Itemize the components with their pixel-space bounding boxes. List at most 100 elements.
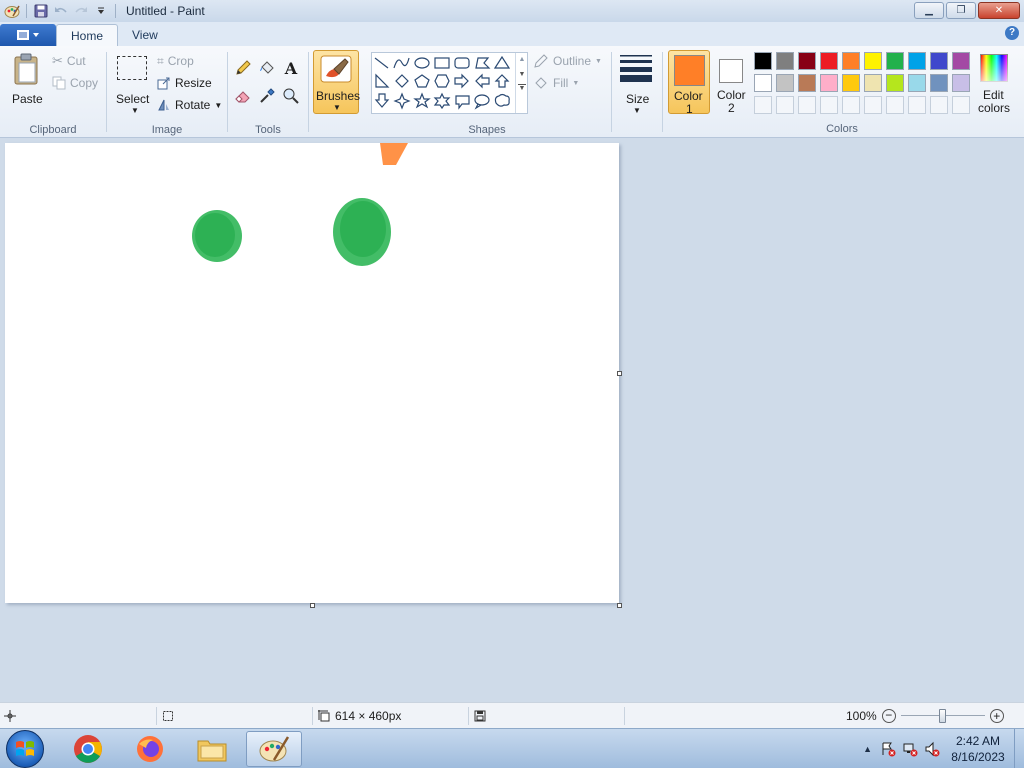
down-arrow-shape-icon[interactable] — [374, 93, 390, 108]
five-point-star-shape-icon[interactable] — [413, 92, 431, 109]
expand-gallery-icon[interactable]: ▼ — [518, 84, 526, 92]
six-point-star-shape-icon[interactable] — [433, 92, 451, 110]
size-button[interactable]: Size ▼ — [616, 50, 656, 115]
resize-handle-right[interactable] — [617, 371, 622, 376]
resize-handle-corner[interactable] — [617, 603, 622, 608]
brushes-button[interactable]: Brushes ▼ — [313, 50, 360, 114]
maximize-button[interactable]: ❐ — [946, 2, 976, 19]
network-icon[interactable] — [902, 741, 918, 757]
customize-qat-icon[interactable] — [91, 1, 111, 21]
file-menu-button[interactable] — [0, 24, 56, 46]
help-icon[interactable]: ? — [1005, 26, 1019, 40]
palette-swatch[interactable] — [842, 74, 860, 92]
volume-muted-icon[interactable] — [924, 741, 940, 757]
palette-swatch[interactable] — [864, 52, 882, 70]
palette-swatch[interactable] — [864, 74, 882, 92]
palette-swatch[interactable] — [820, 74, 838, 92]
up-arrow-shape-icon[interactable] — [494, 74, 510, 88]
custom-color-slot[interactable] — [864, 96, 882, 114]
rounded-callout-shape-icon[interactable] — [455, 95, 470, 110]
palette-swatch[interactable] — [842, 52, 860, 70]
close-button[interactable]: ✕ — [978, 2, 1020, 19]
scroll-up-icon[interactable]: ▲ — [516, 56, 528, 63]
right-triangle-shape-icon[interactable] — [375, 73, 390, 88]
eraser-tool[interactable] — [233, 86, 253, 106]
rotate-button[interactable]: Rotate ▼ — [157, 96, 222, 114]
palette-swatch[interactable] — [930, 74, 948, 92]
color2-button[interactable]: Color 2 — [711, 50, 753, 115]
palette-swatch[interactable] — [754, 52, 772, 70]
clock[interactable]: 2:42 AM 8/16/2023 — [946, 733, 1010, 765]
color1-button[interactable]: Color 1 — [668, 50, 710, 116]
oval-callout-shape-icon[interactable] — [474, 94, 490, 110]
palette-swatch[interactable] — [908, 74, 926, 92]
resize-button[interactable]: Resize — [157, 74, 212, 92]
tab-home[interactable]: Home — [56, 24, 119, 46]
zoom-slider[interactable] — [900, 709, 985, 723]
zoom-slider-thumb[interactable] — [938, 709, 946, 723]
cloud-callout-shape-icon[interactable] — [494, 93, 510, 107]
custom-color-slot[interactable] — [930, 96, 948, 114]
magnifier-tool[interactable] — [281, 86, 301, 106]
minimize-button[interactable]: ▁ — [914, 2, 944, 19]
palette-swatch[interactable] — [798, 52, 816, 70]
action-center-icon[interactable] — [880, 741, 896, 757]
resize-handle-bottom[interactable] — [310, 603, 315, 608]
curve-shape-icon[interactable] — [393, 57, 410, 69]
crop-button[interactable]: ⌗ Crop — [157, 52, 194, 70]
left-arrow-shape-icon[interactable] — [475, 73, 490, 89]
save-icon[interactable] — [31, 1, 51, 21]
custom-color-slot[interactable] — [952, 96, 970, 114]
canvas-workspace[interactable] — [0, 138, 1024, 702]
palette-swatch[interactable] — [930, 52, 948, 70]
polygon-shape-icon[interactable] — [475, 57, 491, 69]
show-hidden-icons-icon[interactable]: ▲ — [863, 744, 872, 754]
rounded-rectangle-shape-icon[interactable] — [454, 57, 470, 69]
zoom-out-icon[interactable]: − — [881, 709, 896, 723]
show-desktop-button[interactable] — [1014, 729, 1024, 768]
palette-swatch[interactable] — [886, 52, 904, 70]
custom-color-slot[interactable] — [776, 96, 794, 114]
hexagon-shape-icon[interactable] — [434, 74, 450, 88]
custom-color-slot[interactable] — [842, 96, 860, 114]
zoom-in-icon[interactable]: + — [989, 709, 1004, 723]
redo-icon[interactable] — [71, 1, 91, 21]
shapes-scrollbar[interactable]: ▲ ▼ ▼ — [515, 53, 528, 113]
palette-swatch[interactable] — [952, 74, 970, 92]
palette-swatch[interactable] — [776, 52, 794, 70]
taskbar-firefox[interactable] — [122, 731, 178, 767]
scroll-down-icon[interactable]: ▼ — [516, 71, 528, 78]
custom-color-slot[interactable] — [798, 96, 816, 114]
fill-tool[interactable] — [257, 58, 277, 78]
custom-color-slot[interactable] — [886, 96, 904, 114]
drawing-canvas[interactable] — [5, 143, 619, 603]
diamond-shape-icon[interactable] — [395, 74, 409, 88]
triangle-shape-icon[interactable] — [493, 55, 511, 69]
custom-color-slot[interactable] — [908, 96, 926, 114]
custom-color-slot[interactable] — [754, 96, 772, 114]
palette-swatch[interactable] — [908, 52, 926, 70]
paste-button[interactable]: Paste — [8, 50, 46, 110]
taskbar-paint[interactable] — [246, 731, 302, 767]
oval-shape-icon[interactable] — [414, 57, 430, 69]
palette-swatch[interactable] — [820, 52, 838, 70]
fill-button[interactable]: Fill ▼ — [533, 74, 579, 92]
cut-button[interactable]: ✂ Cut — [52, 52, 86, 70]
palette-swatch[interactable] — [886, 74, 904, 92]
taskbar-chrome[interactable] — [60, 731, 116, 767]
tab-view[interactable]: View — [118, 24, 172, 46]
right-arrow-shape-icon[interactable] — [454, 73, 469, 89]
palette-swatch[interactable] — [776, 74, 794, 92]
palette-swatch[interactable] — [952, 52, 970, 70]
palette-swatch[interactable] — [798, 74, 816, 92]
paint-app-icon[interactable] — [2, 1, 22, 21]
undo-icon[interactable] — [51, 1, 71, 21]
copy-button[interactable]: Copy — [52, 74, 98, 92]
pentagon-shape-icon[interactable] — [414, 74, 430, 88]
color-picker-tool[interactable] — [257, 86, 277, 106]
select-button[interactable]: Select ▼ — [113, 50, 157, 115]
edit-colors-button[interactable]: Edit colors — [975, 50, 1015, 115]
start-button[interactable] — [6, 730, 44, 768]
four-point-star-shape-icon[interactable] — [393, 92, 411, 110]
palette-swatch[interactable] — [754, 74, 772, 92]
